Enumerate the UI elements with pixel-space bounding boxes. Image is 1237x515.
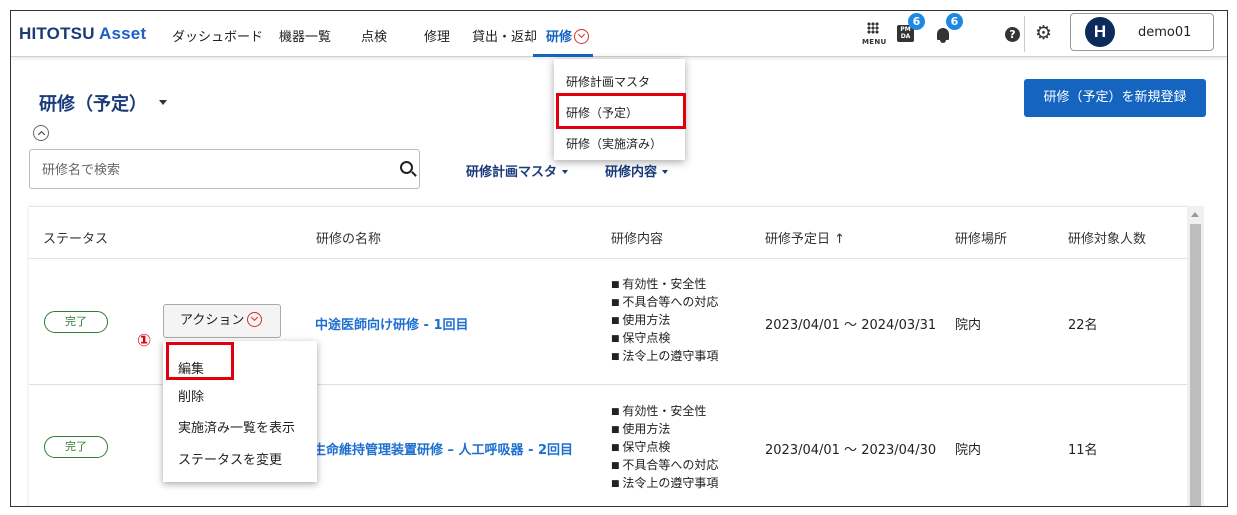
chevron-up-icon[interactable] (33, 125, 49, 141)
nav-repair[interactable]: 修理 (424, 26, 450, 45)
action-label: アクション (180, 313, 245, 328)
menu-item-training-completed[interactable]: 研修（実施済み） (566, 135, 662, 152)
pmda-badge: 6 (908, 13, 925, 30)
table-header: ステータス 研修の名称 研修内容 研修予定日 ↑ 研修場所 研修対象人数 (29, 207, 1187, 259)
caret-down-icon (662, 170, 669, 174)
menu-item-delete[interactable]: 削除 (178, 386, 204, 405)
scheduled-date: 2023/04/01 〜 2024/03/31 (765, 318, 937, 333)
menu-item-training-plan-master[interactable]: 研修計画マスタ (566, 73, 650, 90)
training-name-link[interactable]: 生命維持管理装置研修 – 人工呼吸器 - 2回目 (313, 439, 573, 458)
header-scheduled-date[interactable]: 研修予定日 ↑ (765, 228, 845, 247)
header-target-count: 研修対象人数 (1068, 232, 1147, 247)
search-icon[interactable] (400, 161, 413, 174)
nav-device-list[interactable]: 機器一覧 (279, 26, 331, 45)
nav-training-label: 研修 (546, 30, 573, 45)
app-window: HITOTSU Asset ダッシュボード 機器一覧 点検 修理 貸出・返却 研… (10, 10, 1228, 507)
top-navigation: HITOTSU Asset ダッシュボード 機器一覧 点検 修理 貸出・返却 研… (11, 11, 1227, 57)
avatar: H (1085, 17, 1115, 47)
list-item: 使用方法 (611, 312, 718, 330)
chevron-down-icon (247, 312, 263, 327)
header-contents: 研修内容 (611, 232, 664, 247)
list-item: 使用方法 (611, 421, 718, 439)
notifications-button[interactable]: 6 (933, 13, 963, 48)
filter-training-plan-master[interactable]: 研修計画マスタ (466, 161, 569, 180)
menu-item-show-completed[interactable]: 実施済み一覧を表示 (178, 417, 295, 436)
menu-item-change-status[interactable]: ステータスを変更 (178, 449, 282, 468)
grid-icon (867, 22, 879, 34)
nav-inspection[interactable]: 点検 (361, 26, 387, 45)
new-training-button[interactable]: 研修（予定）を新規登録 (1024, 79, 1206, 117)
caret-down-icon (562, 170, 569, 174)
training-name-link[interactable]: 中途医師向け研修 - 1回目 (315, 314, 469, 333)
header-name: 研修の名称 (316, 232, 382, 247)
step-marker: ① (137, 331, 152, 351)
highlight-training-scheduled (556, 93, 686, 129)
filter-label: 研修内容 (605, 165, 658, 180)
list-item: 法令上の遵守事項 (611, 475, 718, 493)
status-badge: 完了 (44, 436, 108, 458)
target-count: 11名 (1068, 443, 1098, 458)
training-place: 院内 (955, 318, 982, 333)
pmda-button[interactable]: PM DA 6 (895, 13, 925, 48)
target-count: 22名 (1068, 318, 1098, 333)
app-logo[interactable]: HITOTSU Asset (19, 24, 146, 44)
action-button[interactable]: アクション (163, 304, 281, 338)
username: demo01 (1138, 25, 1192, 40)
nav-dashboard[interactable]: ダッシュボード (172, 26, 263, 45)
list-item: 不具合等への対応 (611, 294, 718, 312)
page-title[interactable]: 研修（予定） (39, 90, 147, 116)
training-place: 院内 (955, 443, 982, 458)
settings-button[interactable]: ⚙ (1033, 20, 1061, 48)
search-box (29, 149, 420, 189)
list-item: 不具合等への対応 (611, 457, 718, 475)
training-contents-list: 有効性・安全性 使用方法 保守点検 不具合等への対応 法令上の遵守事項 (611, 403, 718, 493)
help-icon: ? (1005, 27, 1020, 42)
header-place: 研修場所 (955, 232, 1008, 247)
list-item: 有効性・安全性 (611, 403, 718, 421)
chevron-down-icon (574, 29, 590, 44)
notification-badge: 6 (946, 13, 963, 30)
status-badge: 完了 (44, 311, 108, 333)
logo-asset-text: Asset (99, 24, 147, 43)
active-nav-indicator (533, 54, 593, 57)
scheduled-date: 2023/04/01 〜 2023/04/30 (765, 443, 937, 458)
list-item: 法令上の遵守事項 (611, 348, 718, 366)
header-status: ステータス (43, 232, 109, 247)
scroll-up-arrow-icon[interactable] (1191, 212, 1199, 217)
list-item: 保守点検 (611, 330, 718, 348)
search-input[interactable] (42, 160, 362, 180)
menu-label: MENU (862, 38, 887, 46)
bell-icon (937, 28, 949, 43)
vertical-scrollbar[interactable] (1187, 206, 1204, 506)
scrollbar-thumb[interactable] (1190, 224, 1201, 506)
user-menu-button[interactable]: H demo01 (1070, 13, 1214, 51)
list-item: 有効性・安全性 (611, 276, 718, 294)
filter-label: 研修計画マスタ (466, 165, 558, 180)
divider (1024, 16, 1025, 52)
logo-text: HITOTSU (19, 24, 99, 43)
training-contents-list: 有効性・安全性 不具合等への対応 使用方法 保守点検 法令上の遵守事項 (611, 276, 718, 366)
gear-icon: ⚙ (1035, 22, 1053, 44)
nav-training[interactable]: 研修 (546, 26, 590, 45)
menu-button[interactable]: MENU (859, 20, 887, 48)
filter-training-contents[interactable]: 研修内容 (605, 161, 669, 180)
highlight-edit (166, 342, 234, 380)
list-item: 保守点検 (611, 439, 718, 457)
caret-down-icon[interactable] (159, 100, 167, 105)
nav-lending[interactable]: 貸出・返却 (472, 26, 537, 45)
